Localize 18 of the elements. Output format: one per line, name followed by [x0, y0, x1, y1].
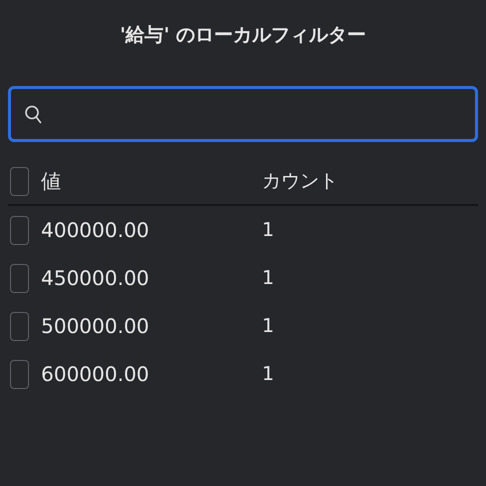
table-cell: 1: [262, 363, 274, 385]
table-cell-text: 500000.00: [41, 314, 150, 338]
column-header: 値: [41, 168, 62, 194]
checkbox[interactable]: [10, 216, 29, 244]
column-header: カウント: [262, 169, 338, 194]
search-field[interactable]: [8, 86, 478, 142]
dialog-title: '給与' のローカルフィルター: [118, 23, 368, 48]
table-cell-text: 400000.00: [41, 218, 150, 242]
table-cell: 1: [262, 267, 274, 289]
checkbox[interactable]: [10, 264, 29, 292]
table-cell-text: 450000.00: [41, 266, 150, 290]
checkbox[interactable]: [10, 312, 29, 340]
table-cell: 1: [262, 219, 274, 241]
checkbox[interactable]: [10, 166, 29, 196]
table-cell-text: 600000.00: [41, 362, 150, 386]
checkbox[interactable]: [10, 360, 29, 388]
table-cell: 1: [262, 315, 274, 337]
search-icon: [25, 104, 42, 124]
